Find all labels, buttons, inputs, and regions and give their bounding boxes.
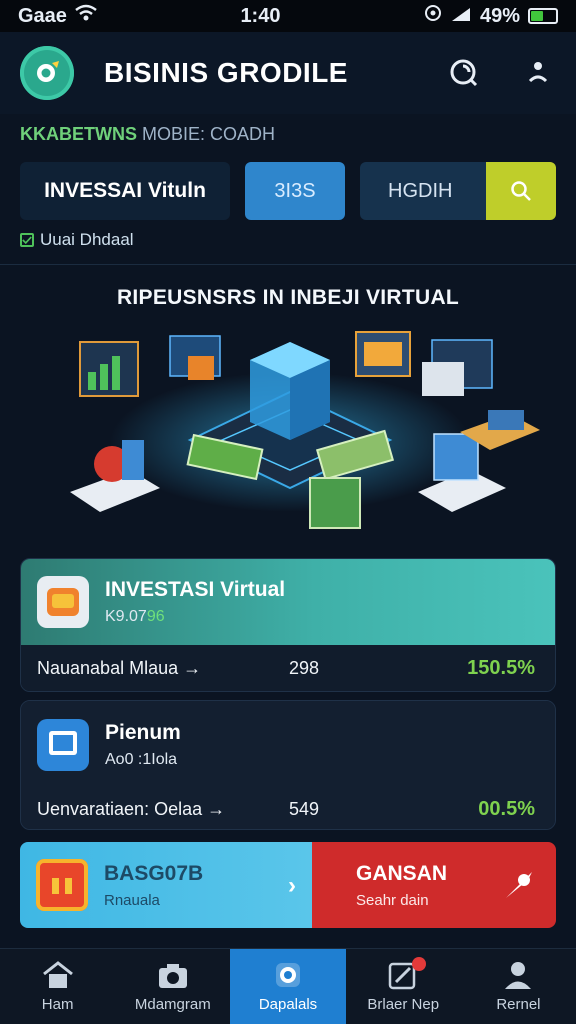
nav-rernel-label: Rernel [496, 996, 541, 1013]
nav-mdamgram-label: Mdamgram [134, 996, 211, 1013]
logo-icon [37, 61, 59, 82]
status-right: 49% [424, 4, 558, 28]
app-logo[interactable] [20, 46, 74, 100]
gift-icon [36, 859, 88, 911]
promo-banner: BASG07B Rnauala › GANSAN Seahr dain [20, 842, 556, 928]
checkbox-label: Uuai Dhdaal [40, 230, 134, 249]
battery-percent: 49% [479, 4, 520, 27]
action-row: INVESSAI Vituln 3I3S [20, 162, 556, 220]
promo-right-sub: Seahr dain [356, 891, 429, 909]
invest-button[interactable]: INVESSAI Vituln [20, 162, 230, 220]
promo-left[interactable]: BASG07B Rnauala › [20, 842, 312, 928]
search-button[interactable] [486, 162, 556, 220]
nav-mdamgram[interactable]: Mdamgram [115, 949, 230, 1024]
promo-right-title: GANSAN [356, 861, 448, 885]
card-text: INVESTASI Virtual K9.0796 [105, 578, 285, 626]
nav-brlaer-nep[interactable]: Brlaer Nep [346, 949, 461, 1024]
card-percent: 150.5% [467, 656, 535, 679]
nav-home-label: Ham [41, 996, 74, 1013]
card-metrics: Uenvaratiaen: Oelaa → 549 00.5% [21, 789, 555, 829]
home-icon [42, 961, 73, 988]
hero-illustration [40, 322, 540, 534]
promo-right[interactable]: GANSAN Seahr dain [312, 842, 556, 928]
card-header: INVESTASI Virtual K9.0796 [21, 559, 555, 645]
card-metric-link[interactable]: Nauanabal Mlaua → [37, 658, 201, 679]
tag-icon [276, 963, 300, 987]
profile-menu-icon[interactable] [520, 55, 556, 91]
promo-left-sub: Rnauala [104, 891, 160, 909]
location-icon [424, 4, 442, 28]
profile-icon [505, 962, 532, 989]
subtitle-brand: KKABETWNS [20, 124, 137, 144]
nav-home[interactable]: Ham [0, 949, 115, 1024]
app-header: BISINIS GRODILE [0, 32, 576, 114]
rocket-icon [498, 866, 538, 911]
nav-rernel[interactable]: Rernel [461, 949, 576, 1024]
card-app-icon [37, 576, 89, 628]
checkmark-icon [22, 236, 32, 245]
card-title: Pienum [105, 721, 181, 744]
card-count: 549 [289, 798, 320, 819]
card-code: Ao0 :1Iola [105, 751, 178, 768]
card-app-icon [37, 719, 89, 771]
wifi-icon [75, 4, 97, 28]
card-percent: 00.5% [478, 797, 535, 820]
search-input[interactable] [360, 162, 486, 220]
investment-card[interactable]: INVESTASI Virtual K9.0796 Nauanabal Mlau… [20, 558, 556, 692]
app-subtitle: KKABETWNS MOBIE: COADH [20, 124, 275, 145]
nav-brlaer-nep-label: Brlaer Nep [367, 996, 440, 1013]
card-code-highlight: 96 [146, 608, 165, 625]
premium-card[interactable]: Pienum Ao0 :1Iola Uenvaratiaen: Oelaa → … [20, 700, 556, 830]
coin-icon [47, 588, 79, 616]
app-title: BISINIS GRODILE [104, 57, 348, 88]
hero-title: RIPEUSNSRS IN INBEJI VIRTUAL [116, 286, 460, 309]
promo-right-text: GANSAN Seahr dain [356, 862, 447, 909]
magnifier-icon [511, 181, 531, 201]
card-title: INVESTASI Virtual [105, 578, 286, 601]
signal-icon [450, 5, 472, 28]
chevron-right-icon: › [288, 872, 296, 899]
card-metric-link[interactable]: Uenvaratiaen: Oelaa → [37, 799, 225, 820]
card-code: K9.0796 [105, 608, 285, 626]
bottom-nav: Ham Mdamgram Dapalals Brlaer Nep Rernel [0, 948, 576, 1024]
checkbox-row[interactable]: Uuai Dhdaal [20, 230, 134, 250]
status-left: Gaae [18, 4, 97, 28]
card-header: Pienum Ao0 :1Iola [21, 701, 555, 789]
search-group [360, 162, 556, 220]
status-time: 1:40 [240, 4, 281, 27]
nav-dapalals[interactable]: Dapalals [230, 949, 346, 1024]
notification-badge [411, 957, 426, 971]
divider [0, 264, 576, 265]
promo-left-text: BASG07B Rnauala [104, 862, 203, 909]
header-actions [446, 55, 556, 91]
card-count: 298 [289, 657, 320, 678]
document-icon [49, 731, 77, 761]
promo-left-title: BASG07B [104, 861, 204, 885]
nav-dapalals-label: Dapalals [258, 996, 318, 1013]
battery-fill [531, 11, 543, 21]
subtitle-text: MOBIE: COADH [137, 124, 276, 144]
status-bar: Gaae 1:40 49% [0, 0, 576, 32]
search-icon[interactable] [446, 55, 482, 91]
checkbox[interactable] [20, 233, 34, 247]
card-text: Pienum Ao0 :1Iola [105, 721, 181, 769]
card-metrics: Nauanabal Mlaua → 298 150.5% [21, 645, 555, 691]
card-code-prefix: K9.07 [105, 608, 147, 625]
battery-icon [528, 8, 558, 24]
carrier-label: Gaae [18, 4, 67, 27]
camera-icon [158, 964, 187, 988]
stats-button[interactable]: 3I3S [245, 162, 345, 220]
